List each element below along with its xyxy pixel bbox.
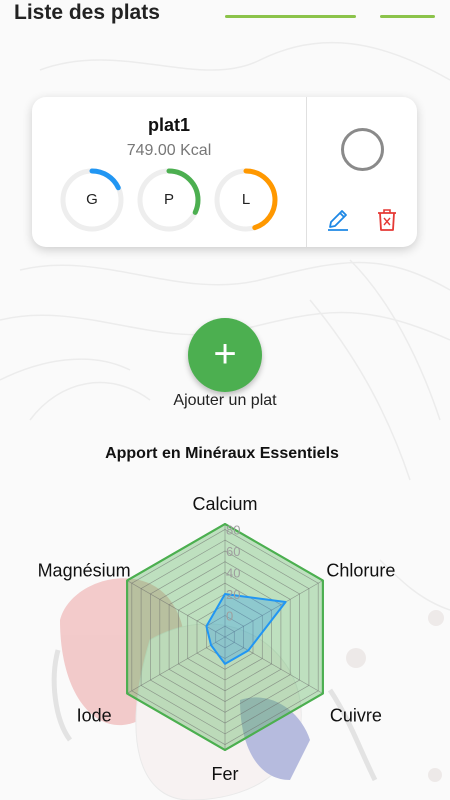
radar-tick-label: 60: [226, 544, 240, 559]
radar-axis-label: Calcium: [192, 494, 257, 514]
radar-tick-label: 40: [226, 565, 240, 580]
radar-axis-label: Cuivre: [330, 706, 382, 726]
radar-tick-label: 20: [226, 587, 240, 602]
radar-axis-label: Magnésium: [38, 561, 131, 581]
radar-axis-label: Iode: [77, 706, 112, 726]
radar-tick-label: 80: [226, 522, 240, 537]
radar-tick-label: 0: [226, 609, 233, 624]
mineral-radar-chart: 0 20 40 60 80 Calcium Chlorure Cuivre Fer Iode Mag…: [38, 494, 396, 784]
radar-axis-label: Chlorure: [326, 561, 395, 581]
radar-axis-label: Fer: [212, 764, 239, 784]
